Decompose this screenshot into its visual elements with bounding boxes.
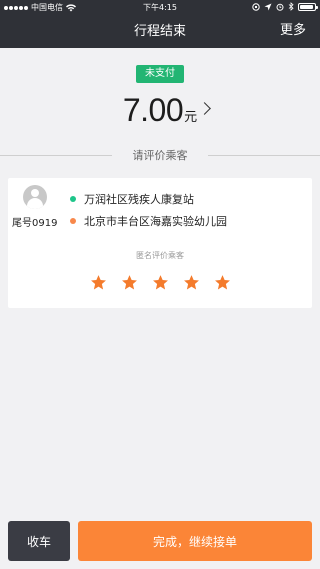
fare-unit: 元	[184, 110, 198, 125]
fare-amount[interactable]: 7.00元	[0, 92, 320, 132]
end-location-label: 北京市丰台区海嘉实验幼儿园	[84, 215, 227, 228]
start-location-label: 万润社区残疾人康复站	[84, 193, 194, 206]
avatar-body	[27, 198, 43, 209]
alarm-icon	[276, 3, 284, 11]
end-dot-icon	[70, 218, 76, 224]
avatar-head	[31, 189, 39, 197]
rating-stars	[8, 274, 312, 294]
status-right	[252, 2, 318, 11]
location-icon	[264, 3, 272, 10]
more-button[interactable]: 更多	[280, 19, 306, 38]
avatar	[23, 185, 47, 209]
star-icon[interactable]	[152, 274, 169, 291]
battery-icon	[298, 2, 318, 11]
rotation-lock-icon	[252, 2, 260, 11]
divider-right	[208, 155, 320, 156]
star-icon[interactable]	[90, 274, 107, 291]
payment-status-badge: 未支付	[136, 65, 184, 83]
rate-section-header: 请评价乘客	[0, 146, 320, 164]
top-bar: 中国电信 下午4:15 行程结束 更多	[0, 0, 320, 48]
finish-continue-button[interactable]: 完成，继续接单	[78, 521, 312, 561]
passenger-phone-tail: 尾号0919	[12, 218, 58, 229]
start-dot-icon	[70, 196, 76, 202]
anonymous-rating-hint: 匿名评价乘客	[136, 251, 184, 260]
star-icon[interactable]	[183, 274, 200, 291]
star-icon[interactable]	[121, 274, 138, 291]
trip-card: 尾号0919 万润社区残疾人康复站 北京市丰台区海嘉实验幼儿园 匿名评价乘客	[8, 178, 312, 308]
status-bar: 中国电信 下午4:15	[0, 0, 320, 14]
star-icon[interactable]	[214, 274, 231, 291]
page-title: 行程结束	[133, 24, 186, 39]
bluetooth-icon	[288, 2, 294, 11]
fare-value: 7.00	[122, 92, 184, 128]
stop-service-button[interactable]: 收车	[8, 521, 70, 561]
